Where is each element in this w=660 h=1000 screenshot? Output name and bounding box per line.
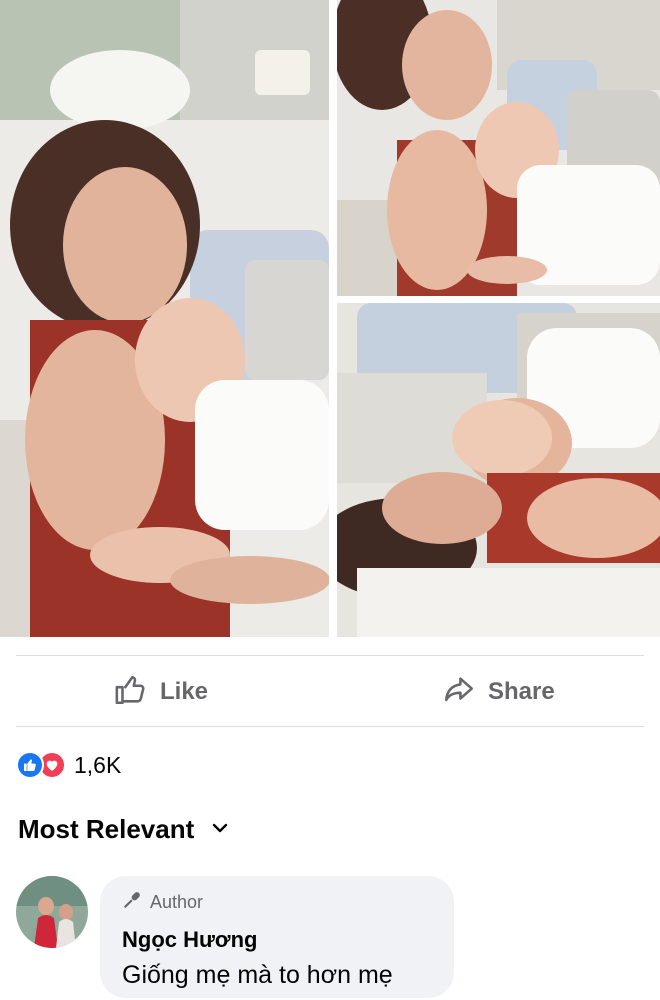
comment-item: Author Ngọc Hương Giống mẹ mà to hơn mẹ xyxy=(16,874,656,1000)
share-button-label: Share xyxy=(488,678,555,705)
comment-sort-dropdown[interactable]: Most Relevant xyxy=(18,814,228,845)
share-arrow-icon xyxy=(442,673,476,712)
comment-sort-label: Most Relevant xyxy=(18,814,195,844)
microphone-icon xyxy=(122,890,142,915)
comment-bubble: Author Ngọc Hương Giống mẹ mà to hơn mẹ xyxy=(100,876,454,998)
author-badge: Author xyxy=(122,890,432,915)
reaction-count: 1,6K xyxy=(74,751,122,778)
divider-top xyxy=(16,655,644,656)
avatar[interactable] xyxy=(16,876,88,948)
post-photo-top-right[interactable] xyxy=(337,0,660,296)
post-action-bar: Like Share xyxy=(0,658,660,726)
divider-bottom xyxy=(16,726,644,727)
share-button[interactable]: Share xyxy=(442,658,555,726)
author-badge-label: Author xyxy=(150,892,204,912)
like-icon xyxy=(16,751,44,779)
thumbs-up-icon xyxy=(114,673,148,712)
comment-text: Giống mẹ mà to hơn mẹ xyxy=(122,961,393,989)
chevron-down-icon xyxy=(212,821,228,839)
reaction-summary[interactable]: 1,6K xyxy=(16,748,121,782)
post-photo-main[interactable] xyxy=(0,0,329,637)
like-button-label: Like xyxy=(160,678,209,705)
post-photo-bottom-right[interactable] xyxy=(337,303,660,637)
post-photo-grid xyxy=(0,0,660,637)
commenter-name[interactable]: Ngọc Hương xyxy=(122,927,432,953)
like-button[interactable]: Like xyxy=(114,658,208,726)
